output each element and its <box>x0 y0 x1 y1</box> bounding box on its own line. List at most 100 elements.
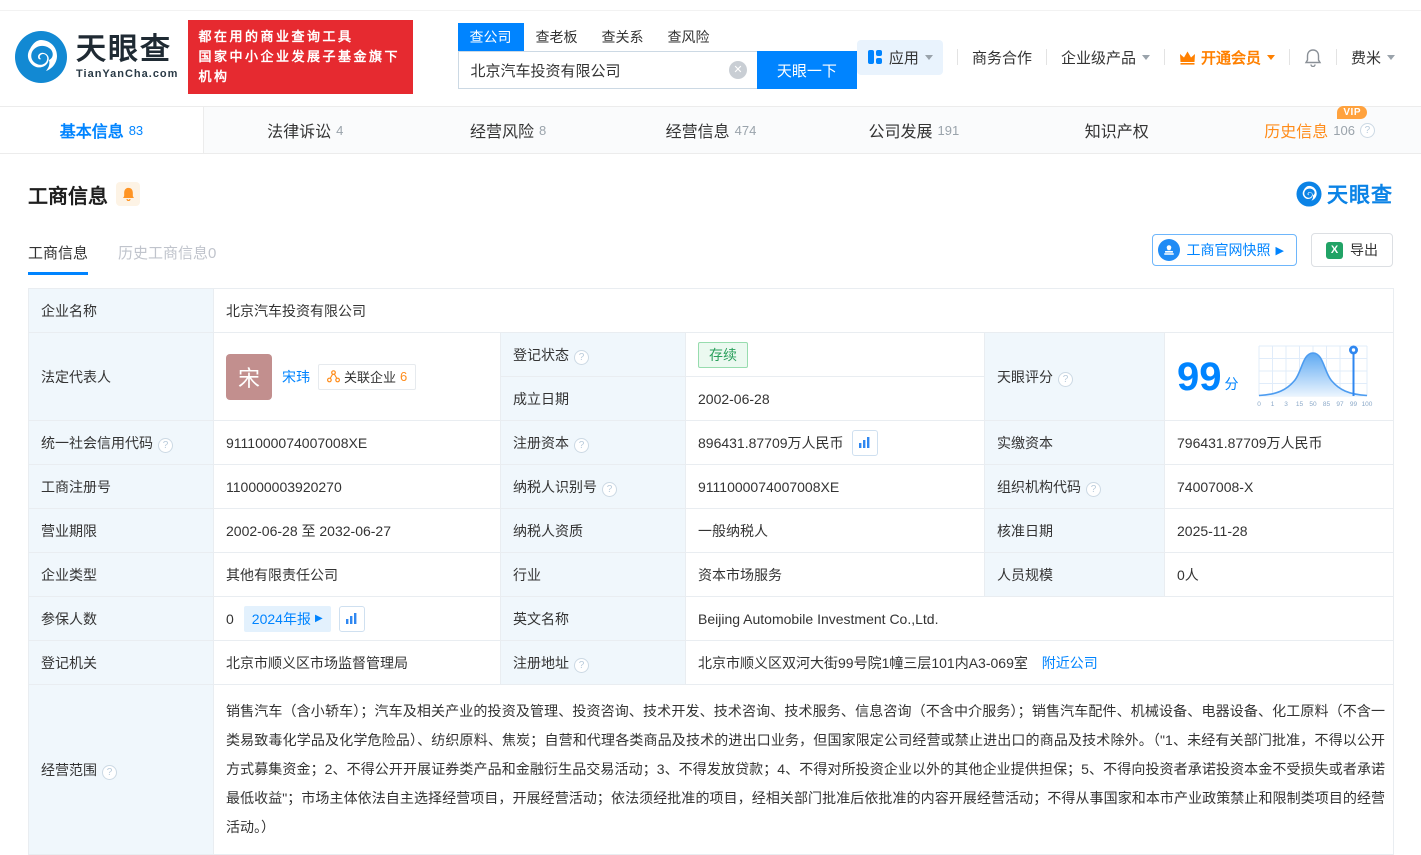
org-code-label: 组织机构代码 <box>997 478 1081 495</box>
search-input[interactable] <box>457 51 757 89</box>
capital-trend-chart-button[interactable] <box>851 429 878 456</box>
help-icon[interactable]: ? <box>1086 481 1101 497</box>
tab-legal-proceedings[interactable]: 法律诉讼 4 <box>204 107 407 153</box>
tax-type-label: 纳税人资质 <box>500 508 686 553</box>
search-tab-company[interactable]: 查公司 <box>457 23 524 51</box>
promo-banner: 都在用的商业查询工具 国家中小企业发展子基金旗下机构 <box>188 20 413 94</box>
avatar[interactable]: 宋 <box>226 353 272 400</box>
tax-id-label-cell: 纳税人识别号? <box>500 464 686 509</box>
table-row: 企业类型 其他有限责任公司 行业 资本市场服务 人员规模 0人 <box>28 552 1395 597</box>
reg-no-value: 110000003920270 <box>213 464 501 509</box>
tab-label: 基本信息 <box>59 124 124 141</box>
nearby-companies-link[interactable]: 附近公司 <box>1042 655 1098 671</box>
en-name-label: 英文名称 <box>500 596 686 641</box>
staff-size-value: 0人 <box>1163 552 1395 597</box>
tab-label: 公司发展 <box>868 124 933 141</box>
reg-status-label-cell: 登记状态? <box>500 332 686 377</box>
arrow-right-icon: ▶ <box>314 613 323 624</box>
legal-rep-label: 法定代表人 <box>28 332 214 421</box>
subtab-business-info[interactable]: 工商信息 <box>28 242 89 275</box>
tax-id-value: 9111000074007008XE <box>685 464 985 509</box>
credit-code-label: 统一社会信用代码 <box>41 434 153 451</box>
related-companies-button[interactable]: 关联企业 6 <box>318 363 417 390</box>
nav-divider <box>1163 49 1165 65</box>
stamp-icon <box>1157 239 1180 261</box>
business-info-table: 企业名称 北京汽车投资有限公司 法定代表人 宋 宋玮 关联企业 6 登记状态 ?… <box>28 288 1395 855</box>
table-row: 经营范围? 销售汽车（含小轿车）；汽车及相关产业的投资及管理、投资咨询、技术开发… <box>28 684 1395 855</box>
excel-icon: X <box>1326 241 1343 259</box>
tax-type-value: 一般纳税人 <box>685 508 985 553</box>
help-icon[interactable]: ? <box>158 437 173 453</box>
logo-text-cn: 天眼查 <box>76 32 172 66</box>
watermark-text: 天眼查 <box>1327 184 1393 207</box>
notifications-button[interactable] <box>1304 48 1322 67</box>
header-nav: 应用 商务合作 企业级产品 开通会员 费米 <box>856 39 1395 75</box>
search-module: 查公司 查老板 查关系 查风险 ✕ 天眼一下 <box>457 23 857 89</box>
tab-basic-info[interactable]: 基本信息 83 <box>0 107 204 153</box>
authority-label: 登记机关 <box>28 640 214 685</box>
reg-capital-label: 注册资本 <box>513 434 569 451</box>
insured-trend-chart-button[interactable] <box>338 605 365 632</box>
tab-intellectual-property[interactable]: 知识产权 <box>1015 107 1218 153</box>
annual-report-label: 2024年报 <box>251 610 311 627</box>
help-icon[interactable]: ? <box>574 349 589 365</box>
authority-value: 北京市顺义区市场监督管理局 <box>213 640 501 685</box>
export-button[interactable]: X 导出 <box>1311 233 1393 267</box>
help-icon[interactable]: ? <box>1359 122 1375 138</box>
cooperation-label: 商务合作 <box>971 49 1032 67</box>
scope-label: 经营范围 <box>41 761 97 778</box>
related-label: 关联企业 <box>344 370 397 385</box>
term-label: 营业期限 <box>28 508 214 553</box>
tab-count: 8 <box>539 122 547 138</box>
subtab-label: 历史工商信息 <box>118 245 209 262</box>
company-type-value: 其他有限责任公司 <box>213 552 501 597</box>
search-tab-boss[interactable]: 查老板 <box>524 23 590 51</box>
tab-count: 474 <box>734 122 757 138</box>
subscribe-alert-button[interactable] <box>116 182 140 206</box>
user-menu[interactable]: 费米 <box>1351 47 1395 68</box>
org-code-value: 74007008-X <box>1163 464 1395 509</box>
company-name-label: 企业名称 <box>28 288 214 333</box>
tab-company-development[interactable]: 公司发展 191 <box>812 107 1015 153</box>
open-member-menu[interactable]: 开通会员 <box>1179 47 1275 68</box>
enterprise-label: 企业级产品 <box>1060 49 1136 67</box>
est-date-value: 2002-06-28 <box>685 376 985 421</box>
scope-label-cell: 经营范围? <box>28 684 214 855</box>
chevron-down-icon <box>924 54 933 60</box>
vip-badge: VIP <box>1337 106 1368 119</box>
tab-business-info[interactable]: 经营信息 474 <box>610 107 813 153</box>
status-badge: 存续 <box>698 341 748 368</box>
annual-report-link[interactable]: 2024年报 ▶ <box>243 605 331 632</box>
search-button[interactable]: 天眼一下 <box>756 51 857 89</box>
subtab-history-business-info[interactable]: 历史工商信息0 <box>118 242 216 275</box>
arrow-right-icon: ▶ <box>1275 244 1284 257</box>
search-tab-relation[interactable]: 查关系 <box>590 23 656 51</box>
help-icon[interactable]: ? <box>574 657 589 673</box>
apps-menu[interactable]: 应用 <box>856 39 943 75</box>
help-icon[interactable]: ? <box>602 481 617 497</box>
score-cell[interactable]: 99 分 0 1 3 15 50 85 97 99 100 <box>1163 332 1395 421</box>
snapshot-label: 工商官网快照 <box>1186 242 1271 258</box>
tab-history-info[interactable]: VIP 历史信息 106 ? <box>1218 106 1421 153</box>
tab-operation-risk[interactable]: 经营风险 8 <box>407 107 610 153</box>
help-icon[interactable]: ? <box>1058 371 1073 387</box>
term-value: 2002-06-28 至 2032-06-27 <box>213 508 501 553</box>
cooperation-link[interactable]: 商务合作 <box>972 47 1032 68</box>
help-icon[interactable]: ? <box>574 437 589 453</box>
enterprise-menu[interactable]: 企业级产品 <box>1061 47 1150 68</box>
tianyancha-watermark: 天眼查 <box>1296 179 1393 209</box>
search-tab-risk[interactable]: 查风险 <box>656 23 722 51</box>
tab-label: 知识产权 <box>1084 124 1149 141</box>
legal-rep-link[interactable]: 宋玮 <box>282 367 310 387</box>
crown-icon <box>1179 51 1195 65</box>
top-divider <box>0 0 1421 11</box>
company-name-value: 北京汽车投资有限公司 <box>212 288 1395 333</box>
clear-search-icon[interactable]: ✕ <box>728 61 747 79</box>
help-icon[interactable]: ? <box>102 764 117 780</box>
related-count: 6 <box>400 369 408 384</box>
svg-text:15: 15 <box>1295 401 1303 408</box>
official-snapshot-button[interactable]: 工商官网快照 ▶ <box>1151 234 1297 266</box>
tianyancha-logo[interactable]: 天眼查 TianYanCha.com <box>14 30 178 84</box>
company-tab-bar: 基本信息 83 法律诉讼 4 经营风险 8 经营信息 474 公司发展 191 … <box>0 106 1421 154</box>
chevron-down-icon <box>1141 54 1150 60</box>
